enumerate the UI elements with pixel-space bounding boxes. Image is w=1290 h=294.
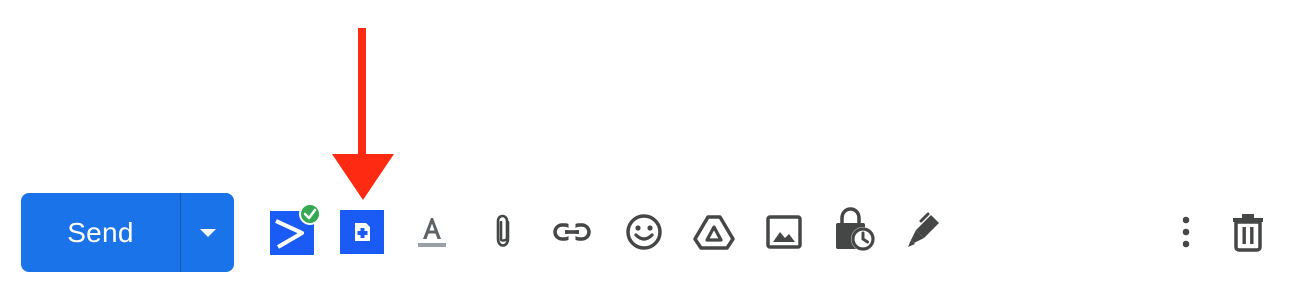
send-button[interactable]: Send (21, 193, 180, 272)
send-options-button[interactable] (181, 193, 234, 272)
confidential-mode-button[interactable] (832, 206, 878, 254)
insert-photo-button[interactable] (764, 210, 804, 254)
emoji-icon (626, 214, 662, 250)
google-drive-icon (693, 215, 735, 250)
add-document-icon (340, 210, 384, 254)
more-options-icon (1182, 216, 1190, 248)
attach-file-icon (496, 214, 510, 247)
extension-badge-icon (270, 203, 321, 255)
formatting-button[interactable] (412, 210, 452, 254)
text-format-icon (418, 218, 446, 247)
attach-file-button[interactable] (484, 210, 524, 254)
more-options-button[interactable] (1172, 210, 1200, 254)
extension-button[interactable] (268, 203, 322, 257)
discard-draft-button[interactable] (1228, 210, 1268, 254)
insert-drive-button[interactable] (692, 210, 736, 254)
chevron-down-icon (199, 228, 216, 237)
insert-link-button[interactable] (550, 210, 594, 254)
insert-photo-icon (766, 215, 802, 249)
insert-signature-button[interactable] (904, 210, 944, 254)
signature-icon (908, 212, 939, 247)
confidential-mode-icon (836, 207, 875, 251)
annotation-arrow (332, 28, 394, 200)
insert-emoji-button[interactable] (622, 210, 666, 254)
send-button-group: Send (21, 193, 234, 272)
add-document-button[interactable] (340, 210, 384, 254)
insert-link-icon (553, 223, 591, 241)
discard-draft-icon (1233, 214, 1263, 252)
send-button-label: Send (67, 216, 134, 248)
